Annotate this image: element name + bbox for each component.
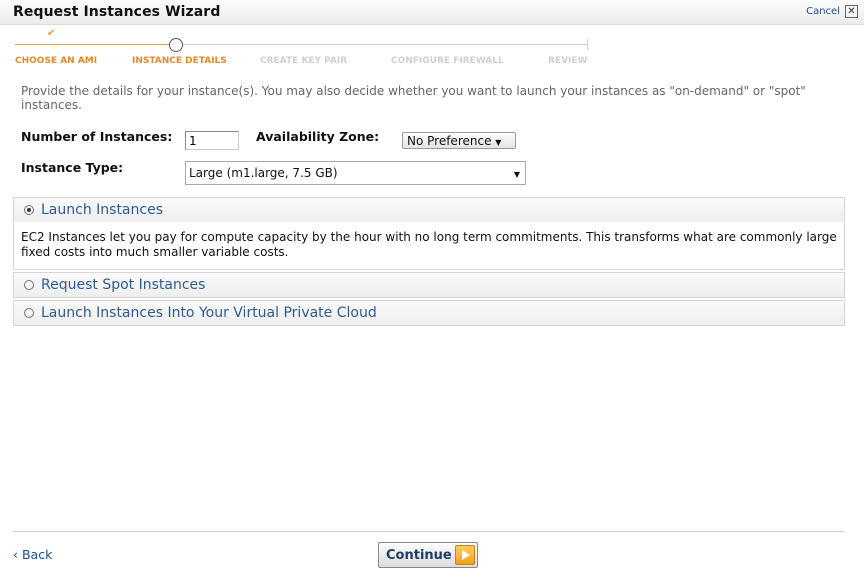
step-review: REVIEW: [548, 56, 588, 66]
current-step-marker: [169, 38, 183, 52]
progress-track-completed: [15, 44, 176, 45]
num-instances-label: Number of Instances:: [21, 129, 173, 144]
continue-button[interactable]: Continue: [378, 542, 478, 568]
instance-type-select[interactable]: Large (m1.large, 7.5 GB) ▼: [185, 161, 526, 185]
intro-text: Provide the details for your instance(s)…: [21, 84, 806, 112]
check-icon: ✔: [47, 28, 56, 39]
option-title: Launch Instances Into Your Virtual Priva…: [41, 305, 377, 321]
continue-label: Continue: [386, 547, 452, 563]
radio-launch-instances[interactable]: [24, 205, 34, 215]
availability-zone-label: Availability Zone:: [256, 129, 380, 144]
step-instance-details: INSTANCE DETAILS: [132, 56, 227, 66]
option-launch-instances-description: EC2 Instances let you pay for compute ca…: [13, 222, 845, 270]
footer-divider: [13, 531, 845, 532]
option-title: Launch Instances: [41, 202, 163, 218]
cancel-link[interactable]: Cancel: [806, 6, 840, 17]
instance-type-label: Instance Type:: [21, 160, 124, 175]
step-choose-ami[interactable]: CHOOSE AN AMI: [15, 56, 97, 66]
availability-zone-select[interactable]: No Preference ▼: [402, 132, 516, 149]
option-launch-instances[interactable]: Launch Instances: [13, 197, 845, 223]
step-configure-firewall: CONFIGURE FIREWALL: [391, 56, 504, 66]
chevron-down-icon: ▼: [495, 138, 502, 147]
close-icon[interactable]: ✕: [845, 5, 858, 18]
option-launch-into-vpc[interactable]: Launch Instances Into Your Virtual Priva…: [13, 300, 845, 326]
wizard-title: Request Instances Wizard: [13, 4, 221, 20]
availability-zone-value: No Preference: [407, 134, 492, 148]
instance-type-value: Large (m1.large, 7.5 GB): [189, 166, 338, 180]
wizard-titlebar: Request Instances Wizard Cancel ✕: [0, 0, 864, 25]
play-arrow-icon: [455, 545, 475, 565]
chevron-down-icon: ▼: [513, 170, 520, 179]
option-request-spot-instances[interactable]: Request Spot Instances: [13, 272, 845, 298]
num-instances-input[interactable]: [185, 131, 239, 150]
option-title: Request Spot Instances: [41, 277, 206, 293]
step-create-key-pair: CREATE KEY PAIR: [260, 56, 348, 66]
progress-track-end: [587, 39, 588, 50]
radio-launch-into-vpc[interactable]: [24, 308, 34, 318]
radio-request-spot-instances[interactable]: [24, 280, 34, 290]
progress-track-remaining: [176, 44, 588, 45]
back-link[interactable]: ‹ Back: [13, 547, 52, 562]
